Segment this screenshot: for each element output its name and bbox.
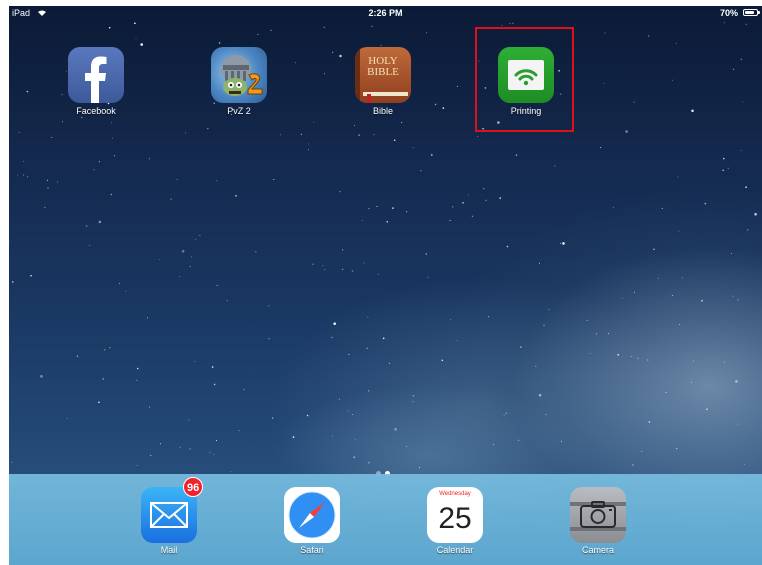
mail-icon: 96 xyxy=(141,477,204,543)
bible-cover-text: BIBLE xyxy=(367,66,399,78)
app-label: Facebook xyxy=(76,106,116,116)
app-pvz2[interactable]: PvZ 2 xyxy=(201,47,277,116)
clock: 2:26 PM xyxy=(368,8,403,18)
compass-icon xyxy=(284,487,340,543)
calendar-weekday: Wednesday xyxy=(439,491,471,497)
calendar-date: 25 xyxy=(438,502,472,535)
camera-icon xyxy=(570,487,626,543)
app-safari[interactable]: Safari xyxy=(274,487,350,555)
app-label: Camera xyxy=(581,545,614,555)
battery-icon xyxy=(743,9,760,16)
bible-book-icon: HOLY BIBLE xyxy=(355,47,411,103)
app-calendar[interactable]: Wednesday 25 Calendar xyxy=(417,487,493,555)
mail-badge: 96 xyxy=(183,477,204,497)
app-facebook[interactable]: Facebook xyxy=(58,47,134,116)
app-label: Safari xyxy=(300,545,324,555)
status-bar: iPad 2:26 PM 70% xyxy=(9,6,762,20)
highlight-box xyxy=(475,27,574,132)
app-bible[interactable]: HOLY BIBLE Bible xyxy=(345,47,421,116)
app-label: Bible xyxy=(372,106,393,116)
app-camera[interactable]: Camera xyxy=(560,487,636,555)
app-label: PvZ 2 xyxy=(227,106,251,116)
calendar-icon: Wednesday 25 xyxy=(427,487,483,543)
app-label: Calendar xyxy=(436,545,474,555)
app-mail[interactable]: 96 Mail xyxy=(131,477,207,555)
app-label: Mail xyxy=(160,545,178,555)
facebook-icon xyxy=(68,47,124,103)
home-screen: iPad 2:26 PM 70% Facebook PvZ 2 HOLY BIB… xyxy=(9,6,762,565)
battery-percent: 70% xyxy=(719,8,738,18)
zombie-icon xyxy=(211,47,267,103)
dock: 96 Mail Safari Wednesday 25 Calendar Cam… xyxy=(9,474,762,565)
